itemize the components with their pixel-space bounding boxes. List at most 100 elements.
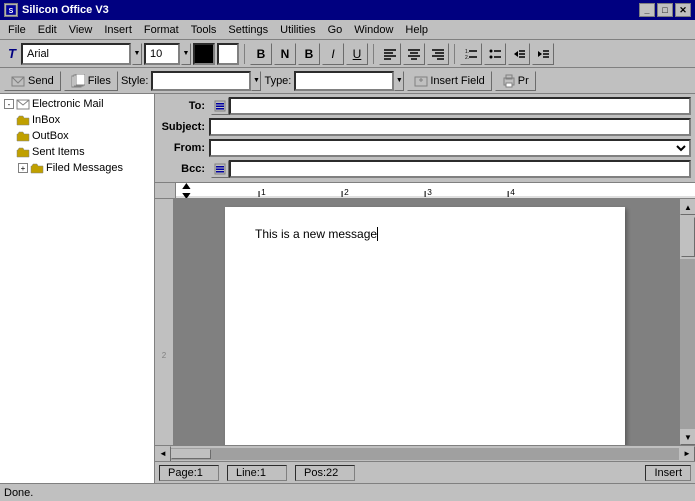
svg-text:2: 2 (344, 188, 349, 197)
menu-go[interactable]: Go (322, 21, 349, 39)
scroll-down-button[interactable]: ▼ (680, 429, 695, 445)
bcc-addressbook-button[interactable] (211, 160, 229, 178)
italic-button[interactable]: I (322, 43, 344, 65)
scroll-left-button[interactable]: ◄ (155, 446, 171, 462)
separator-2 (373, 44, 374, 64)
menu-help[interactable]: Help (399, 21, 434, 39)
separator-3 (454, 44, 455, 64)
indent-button[interactable] (532, 43, 554, 65)
status-text: Done. (4, 487, 33, 499)
menu-settings[interactable]: Settings (222, 21, 274, 39)
menu-utilities[interactable]: Utilities (274, 21, 321, 39)
type-dropdown-arrow[interactable]: ▼ (394, 71, 404, 91)
to-input[interactable] (229, 97, 691, 115)
window-title: Silicon Office V3 (22, 4, 109, 16)
align-center-button[interactable] (403, 43, 425, 65)
bold-button[interactable]: B (250, 43, 272, 65)
bold-format-button[interactable]: B (298, 43, 320, 65)
sidebar-item-filed[interactable]: + Filed Messages (16, 160, 152, 176)
sidebar-item-outbox[interactable]: OutBox (16, 128, 152, 144)
style-dropdown-arrow[interactable]: ▼ (251, 71, 261, 91)
svg-text:3: 3 (427, 188, 432, 197)
style-label: Style: (121, 75, 149, 87)
title-bar: S Silicon Office V3 _ □ ✕ (0, 0, 695, 20)
sidebar-item-electronic-mail[interactable]: - Electronic Mail (2, 96, 152, 112)
line-status: Line:1 (227, 465, 287, 481)
svg-text:4: 4 (510, 188, 515, 197)
sidebar-item-sent[interactable]: Sent Items (16, 144, 152, 160)
app-icon[interactable]: S (4, 3, 18, 17)
svg-text:S: S (9, 8, 14, 15)
font-dropdown-arrow[interactable]: ▼ (132, 43, 142, 65)
print-button[interactable]: Pr (495, 71, 536, 91)
document-page: This is a new message (225, 207, 625, 445)
to-addressbook-button[interactable] (211, 97, 229, 115)
inbox-icon (16, 113, 30, 127)
outline-box (217, 43, 239, 65)
menu-view[interactable]: View (63, 21, 99, 39)
cursor (377, 227, 378, 241)
scroll-right-button[interactable]: ► (679, 446, 695, 462)
underline-button[interactable]: U (346, 43, 368, 65)
to-row: To: (159, 96, 691, 116)
document-scroll-area[interactable]: This is a new message (175, 199, 679, 445)
left-gutter: 2 (155, 199, 175, 445)
scroll-thumb-horizontal[interactable] (171, 449, 211, 459)
menu-format[interactable]: Format (138, 21, 185, 39)
insert-field-button[interactable]: Insert Field (407, 71, 491, 91)
from-row: From: (159, 138, 691, 158)
menu-edit[interactable]: Edit (32, 21, 63, 39)
scroll-track-horizontal (171, 448, 679, 460)
menu-window[interactable]: Window (348, 21, 399, 39)
ruler-marks: 1 2 3 4 (175, 183, 695, 199)
bcc-input[interactable] (229, 160, 691, 178)
email-header: To: Subject: From: Bcc: (155, 94, 695, 183)
maximize-button[interactable]: □ (657, 3, 673, 17)
style-selector[interactable] (151, 71, 251, 91)
bottom-bar: Done. (0, 483, 695, 501)
sent-icon (16, 145, 30, 159)
font-size-selector[interactable]: 10 (144, 43, 180, 65)
from-selector[interactable] (209, 139, 691, 157)
outdent-button[interactable] (508, 43, 530, 65)
bold-n-button[interactable]: N (274, 43, 296, 65)
menu-insert[interactable]: Insert (98, 21, 138, 39)
bullet-list-button[interactable] (484, 43, 506, 65)
tree-expander-filed[interactable]: + (18, 163, 28, 173)
bcc-row: Bcc: (159, 159, 691, 179)
outbox-icon (16, 129, 30, 143)
send-button[interactable]: Send (4, 71, 61, 91)
font-selector[interactable]: Arial (21, 43, 131, 65)
tree-expander-mail[interactable]: - (4, 99, 14, 109)
font-color-selector[interactable] (193, 43, 215, 65)
vertical-scrollbar[interactable]: ▲ ▼ (679, 199, 695, 445)
sidebar: - Electronic Mail InBox OutBox Sent Ite (0, 94, 155, 483)
from-label: From: (159, 142, 209, 154)
align-right-button[interactable] (427, 43, 449, 65)
content-area: To: Subject: From: Bcc: (155, 94, 695, 483)
email-toolbar: Send Files Style: ▼ Type: ▼ Insert Field… (0, 68, 695, 94)
type-label: Type: (264, 75, 291, 87)
scroll-thumb-vertical[interactable] (681, 217, 695, 257)
close-button[interactable]: ✕ (675, 3, 691, 17)
menu-file[interactable]: File (2, 21, 32, 39)
align-left-button[interactable] (379, 43, 401, 65)
minimize-button[interactable]: _ (639, 3, 655, 17)
numbered-list-button[interactable]: 1.2. (460, 43, 482, 65)
menu-bar: File Edit View Insert Format Tools Setti… (0, 20, 695, 40)
pos-status: Pos:22 (295, 465, 355, 481)
sidebar-item-inbox[interactable]: InBox (16, 112, 152, 128)
files-button[interactable]: Files (64, 71, 118, 91)
svg-text:1: 1 (261, 188, 266, 197)
menu-tools[interactable]: Tools (185, 21, 223, 39)
document-wrapper: 2 This is a new message ▲ ▼ (155, 199, 695, 445)
horizontal-scrollbar[interactable]: ◄ ► (155, 445, 695, 461)
svg-text:2.: 2. (465, 55, 469, 61)
to-label: To: (159, 100, 209, 112)
document-content: This is a new message (255, 227, 377, 241)
subject-input[interactable] (209, 118, 691, 136)
scroll-up-button[interactable]: ▲ (680, 199, 695, 215)
font-size-dropdown-arrow[interactable]: ▼ (181, 43, 191, 65)
page-status: Page:1 (159, 465, 219, 481)
type-selector[interactable] (294, 71, 394, 91)
